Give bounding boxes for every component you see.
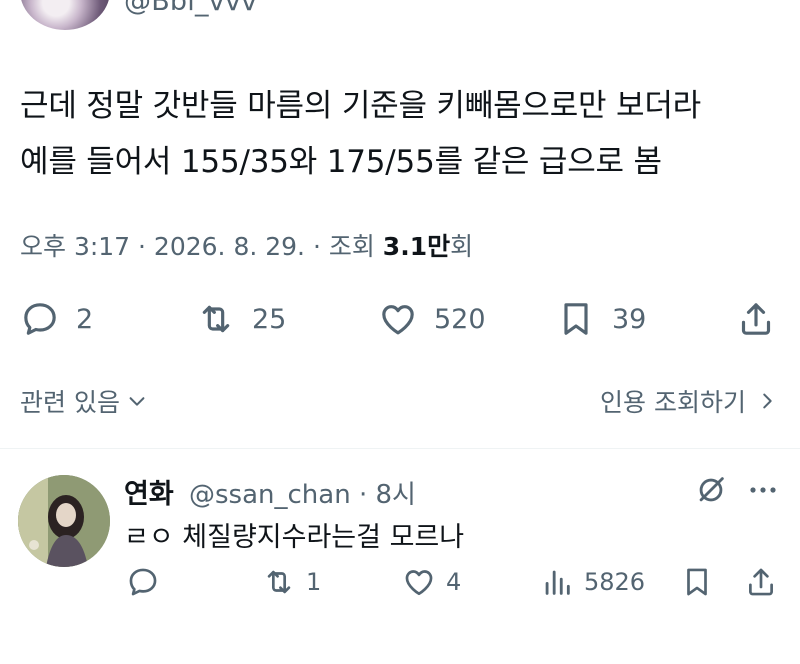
related-label: 관련 있음 (20, 388, 120, 417)
reply-author-handle[interactable]: @ssan_chan · 8시 (189, 474, 416, 511)
like-count: 520 (434, 303, 486, 335)
reply-retweet-button[interactable]: 1 (262, 562, 321, 602)
avatar-photo (18, 475, 110, 567)
reply-icon (24, 303, 56, 335)
bookmark-icon (564, 303, 588, 335)
bookmark-button[interactable]: 39 (556, 296, 646, 342)
share-icon (749, 568, 773, 596)
retweet-count: 25 (252, 303, 287, 335)
reply-button[interactable]: 2 (20, 296, 93, 342)
view-quotes-label: 인용 조회하기 (600, 388, 746, 417)
share-button[interactable] (736, 296, 776, 342)
more-icon[interactable] (746, 478, 780, 502)
reply-share-button[interactable] (744, 562, 778, 602)
analytics-icon (545, 570, 570, 595)
views-count: 3.1 (382, 232, 428, 261)
divider (0, 448, 800, 449)
views-suffix: 회 (450, 232, 474, 261)
reply-views-button[interactable]: 5826 (540, 562, 645, 602)
retweet-icon (267, 570, 291, 594)
bookmark-icon (687, 568, 707, 596)
views-unit: 만 (427, 232, 451, 261)
chevron-down-icon (129, 397, 145, 406)
related-dropdown[interactable]: 관련 있음 (20, 383, 148, 419)
retweet-button[interactable]: 25 (196, 296, 286, 342)
reply-retweet-count: 1 (306, 568, 322, 596)
author-avatar[interactable] (20, 0, 110, 30)
reply-author-name[interactable]: 연화 (124, 472, 174, 511)
reply-icon (129, 568, 157, 596)
retweet-icon (202, 305, 230, 333)
tweet-meta: 오후 3:17 · 2026. 8. 29. · 조회 3.1만회 (20, 227, 473, 263)
tweet-line-1: 근데 정말 갓반들 마름의 기준을 키빼몸으로만 보더라 (20, 88, 701, 124)
reply-like-button[interactable]: 4 (402, 562, 461, 602)
reply-action-bar: 1 4 5826 (0, 562, 800, 602)
reply-like-count: 4 (446, 568, 462, 596)
reply-views-count: 5826 (584, 568, 646, 596)
heart-icon (382, 305, 414, 335)
author-handle[interactable]: @Bbi_vvv (124, 0, 257, 17)
tweet-line-2: 예를 들어서 155/35와 175/55를 같은 급으로 봄 (20, 144, 662, 180)
heart-icon (405, 570, 433, 596)
view-quotes-link[interactable]: 인용 조회하기 (600, 383, 778, 419)
chevron-right-icon (763, 393, 772, 409)
tweet-text: 근데 정말 갓반들 마름의 기준을 키빼몸으로만 보더라 예를 들어서 155/… (20, 78, 790, 190)
reply-reply-button[interactable] (126, 562, 170, 602)
tweet-action-bar: 2 25 520 39 (0, 296, 800, 342)
reply-avatar[interactable] (18, 475, 110, 567)
like-button[interactable]: 520 (378, 296, 486, 342)
grok-icon[interactable] (694, 473, 728, 507)
reply-bookmark-button[interactable] (680, 562, 714, 602)
bookmark-count: 39 (612, 303, 647, 335)
reply-text: ㄹㅇ 체질량지수라는걸 모르나 (124, 522, 465, 553)
reply-count: 2 (76, 303, 94, 335)
tweet-timestamp[interactable]: 오후 3:17 · 2026. 8. 29. · 조회 (20, 232, 383, 261)
share-icon (741, 303, 771, 335)
